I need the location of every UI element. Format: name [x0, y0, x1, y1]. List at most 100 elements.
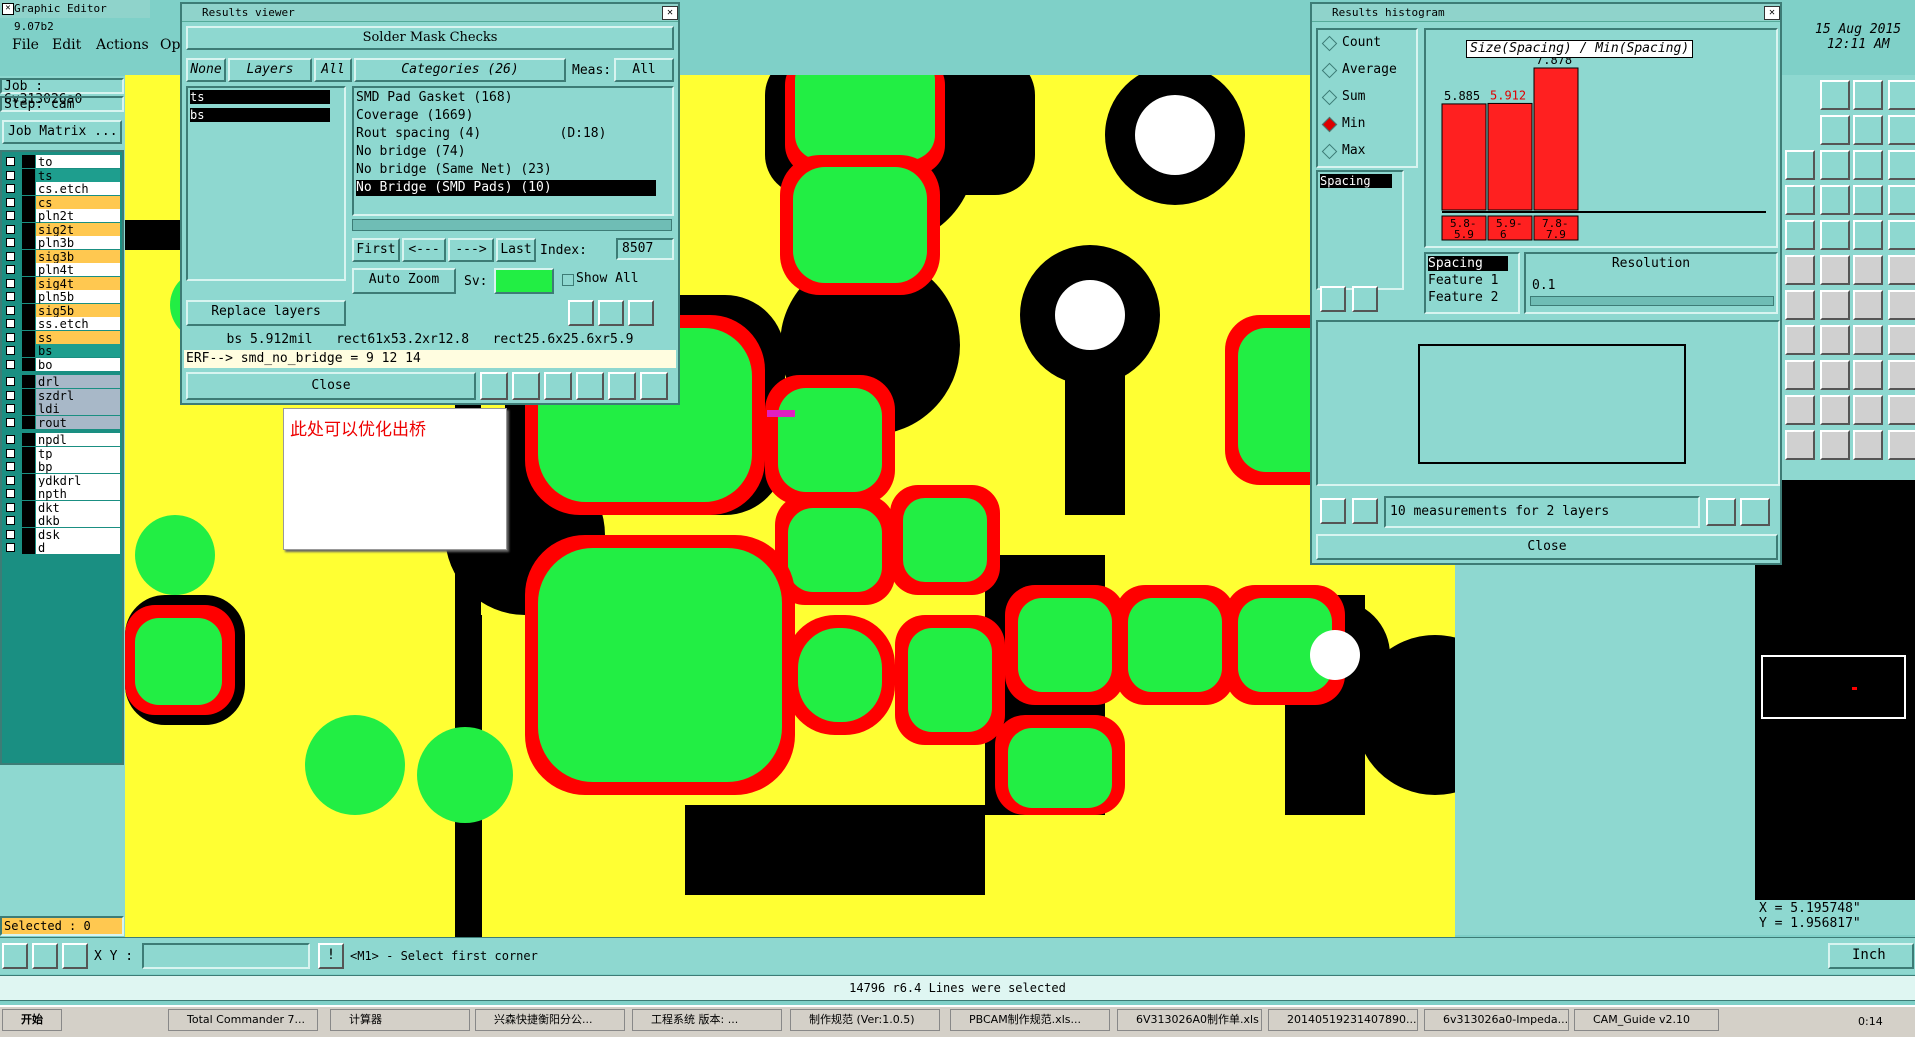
option-sum[interactable]: Sum	[1318, 88, 1414, 106]
tool-icon-34[interactable]	[1785, 395, 1815, 425]
layer-row-rout[interactable]: rout	[2, 415, 122, 430]
layer-row-sig3b[interactable]: sig3b	[2, 249, 122, 264]
layer-row-dkb[interactable]: dkb	[2, 514, 122, 528]
layer-row-bo[interactable]: bo	[2, 357, 122, 372]
taskbar-item[interactable]: 6v313026a0-Impeda...	[1424, 1009, 1569, 1031]
layer-row-szdrl[interactable]: szdrl	[2, 388, 122, 403]
layer-row-pln4t[interactable]: pln4t	[2, 263, 122, 277]
layer-checkbox[interactable]	[6, 332, 15, 342]
layer-checkbox[interactable]	[6, 224, 15, 234]
tool-icon-18[interactable]	[1785, 255, 1815, 285]
layer-checkbox[interactable]	[6, 346, 15, 355]
tool-icon-20[interactable]	[1853, 255, 1883, 285]
layer-row-drl[interactable]: drl	[2, 375, 122, 389]
import-icon[interactable]	[1740, 498, 1770, 526]
export-icon[interactable]	[1706, 498, 1736, 526]
histogram-bar[interactable]	[1533, 67, 1579, 211]
option-min[interactable]: Min	[1318, 115, 1414, 133]
layer-checkbox[interactable]	[6, 278, 15, 288]
tool-icon-11[interactable]	[1820, 185, 1850, 215]
layer-checkbox[interactable]	[6, 197, 15, 207]
menu-options[interactable]: Op	[160, 37, 180, 53]
layer-checkbox[interactable]	[6, 462, 15, 471]
layer-checkbox[interactable]	[6, 292, 15, 301]
layer-row-cs[interactable]: cs	[2, 195, 122, 210]
tool-icon-4[interactable]	[1853, 115, 1883, 145]
tool-icon-31[interactable]	[1820, 360, 1850, 390]
delete-icon[interactable]	[568, 300, 594, 326]
spacing-item[interactable]: Feature 2	[1428, 290, 1508, 305]
measure-list[interactable]: Spacing	[1316, 170, 1404, 290]
radio-icon[interactable]	[1321, 89, 1338, 106]
grid-tool-icon[interactable]	[62, 943, 88, 969]
category-item[interactable]: No bridge (Same Net) (23)	[356, 162, 656, 178]
units-button[interactable]: Inch	[1828, 943, 1914, 969]
layer-checkbox[interactable]	[6, 319, 15, 328]
tool-icon-19[interactable]	[1820, 255, 1850, 285]
radio-icon[interactable]	[1321, 35, 1338, 52]
tool-icon-33[interactable]	[1888, 360, 1915, 390]
layer-checkbox[interactable]	[6, 238, 15, 247]
tool-icon-12[interactable]	[1853, 185, 1883, 215]
menu-file[interactable]: File	[12, 37, 39, 53]
layer-row-d[interactable]: d	[2, 541, 122, 555]
category-item[interactable]: No Bridge (SMD Pads) (10)	[356, 180, 656, 196]
layer-row-sig5b[interactable]: sig5b	[2, 303, 122, 318]
layer-checkbox[interactable]	[6, 251, 15, 261]
menu-edit[interactable]: Edit	[52, 37, 81, 53]
tool-icon-13[interactable]	[1888, 185, 1915, 215]
undo-icon[interactable]	[628, 300, 654, 326]
layer-results-list[interactable]: ts bs	[186, 86, 346, 281]
taskbar-item[interactable]: 6V313026A0制作单.xls	[1117, 1009, 1262, 1031]
tool-icon-40[interactable]	[1853, 430, 1883, 460]
spacing-item[interactable]: Feature 1	[1428, 273, 1508, 288]
tool-icon-30[interactable]	[1785, 360, 1815, 390]
layer-checkbox[interactable]	[6, 502, 15, 512]
layer-checkbox[interactable]	[6, 377, 15, 386]
tool-icon-37[interactable]	[1888, 395, 1915, 425]
tool-icon-39[interactable]	[1820, 430, 1850, 460]
histogram-bar[interactable]	[1487, 102, 1533, 211]
sv-select[interactable]	[494, 268, 554, 294]
tool-icon-9[interactable]	[1888, 150, 1915, 180]
layer-checkbox[interactable]	[6, 435, 15, 444]
spacing-list[interactable]: Spacing Feature 1 Feature 2	[1424, 252, 1520, 314]
layer-result-bs[interactable]: bs	[190, 108, 330, 122]
layer-row-pln3b[interactable]: pln3b	[2, 236, 122, 250]
layer-row-ss.etch[interactable]: ss.etch	[2, 317, 122, 331]
histogram-close-button[interactable]: Close	[1316, 534, 1778, 560]
taskbar-item[interactable]: CAM_Guide v2.10	[1574, 1009, 1719, 1031]
layer-checkbox[interactable]	[6, 359, 15, 369]
layer-checkbox[interactable]	[6, 211, 15, 220]
counter-icon[interactable]	[576, 372, 604, 400]
taskbar-item[interactable]: 制作规范 (Ver:1.0.5)	[790, 1009, 940, 1031]
tool-icon-35[interactable]	[1820, 395, 1850, 425]
layer-checkbox[interactable]	[6, 157, 15, 166]
radio-icon[interactable]	[1321, 62, 1338, 79]
category-item[interactable]: Rout spacing (4) (D:18)	[356, 126, 656, 142]
layer-row-bs[interactable]: bs	[2, 344, 122, 358]
results-viewer-close-icon[interactable]: ✕	[662, 6, 678, 20]
tool-icon-26[interactable]	[1785, 325, 1815, 355]
resolution-slider[interactable]	[1530, 296, 1774, 306]
tool-icon-41[interactable]	[1888, 430, 1915, 460]
tool-icon-6[interactable]	[1785, 150, 1815, 180]
layer-checkbox[interactable]	[6, 265, 15, 274]
tool-icon-17[interactable]	[1888, 220, 1915, 250]
tool-icon-21[interactable]	[1888, 255, 1915, 285]
show-all-checkbox[interactable]	[562, 274, 574, 286]
xy-input[interactable]	[142, 943, 310, 969]
tool-icon-8[interactable]	[1853, 150, 1883, 180]
category-hscroll[interactable]	[352, 219, 672, 231]
layer-row-sig2t[interactable]: sig2t	[2, 222, 122, 237]
layer-row-bp[interactable]: bp	[2, 460, 122, 474]
layer-row-ts[interactable]: ts	[2, 168, 122, 183]
layer-row-npdl[interactable]: npdl	[2, 433, 122, 447]
layer-row-dsk[interactable]: dsk	[2, 527, 122, 542]
layer-checkbox[interactable]	[6, 417, 15, 427]
categories-button[interactable]: Categories (26)	[354, 58, 566, 82]
layer-checkbox[interactable]	[6, 305, 15, 315]
tool-icon-5[interactable]	[1888, 115, 1915, 145]
layer-row-pln2t[interactable]: pln2t	[2, 209, 122, 223]
prev-button[interactable]: <---	[402, 238, 446, 262]
